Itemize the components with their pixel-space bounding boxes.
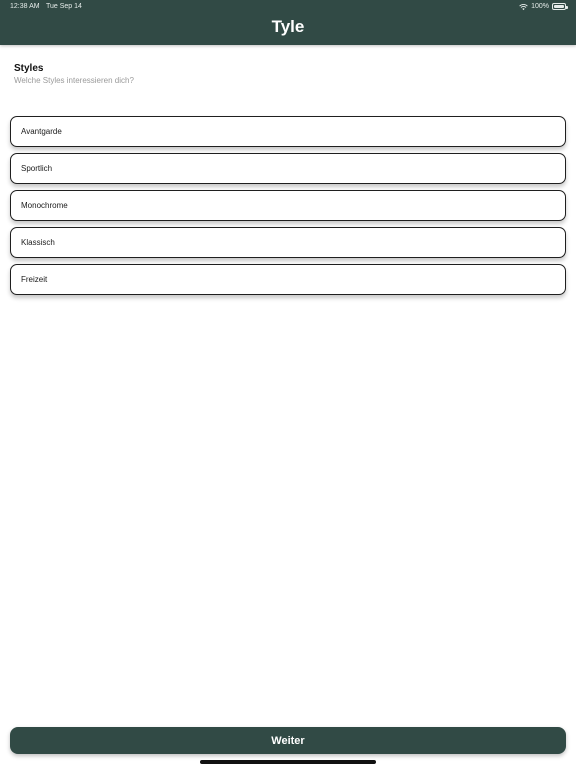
status-date: Tue Sep 14 xyxy=(46,3,82,10)
app-screen: 12:38 AM Tue Sep 14 100% Tyle Styles Wel… xyxy=(0,0,576,768)
app-title: Tyle xyxy=(271,17,305,36)
continue-button[interactable]: Weiter xyxy=(10,727,566,754)
option-klassisch[interactable]: Klassisch xyxy=(10,227,566,258)
battery-percentage: 100% xyxy=(531,3,549,10)
home-indicator[interactable] xyxy=(200,760,376,764)
option-sportlich[interactable]: Sportlich xyxy=(10,153,566,184)
status-indicators: 100% xyxy=(519,2,568,11)
section-title: Styles xyxy=(14,63,44,74)
option-avantgarde[interactable]: Avantgarde xyxy=(10,116,566,147)
section-subtitle: Welche Styles interessieren dich? xyxy=(14,76,134,85)
wifi-icon xyxy=(519,3,528,10)
status-time: 12:38 AM xyxy=(10,3,40,10)
navigation-header: 12:38 AM Tue Sep 14 100% Tyle xyxy=(0,0,576,45)
option-freizeit[interactable]: Freizeit xyxy=(10,264,566,295)
style-options-list: Avantgarde Sportlich Monochrome Klassisc… xyxy=(10,116,566,295)
battery-icon xyxy=(552,3,568,10)
option-monochrome[interactable]: Monochrome xyxy=(10,190,566,221)
